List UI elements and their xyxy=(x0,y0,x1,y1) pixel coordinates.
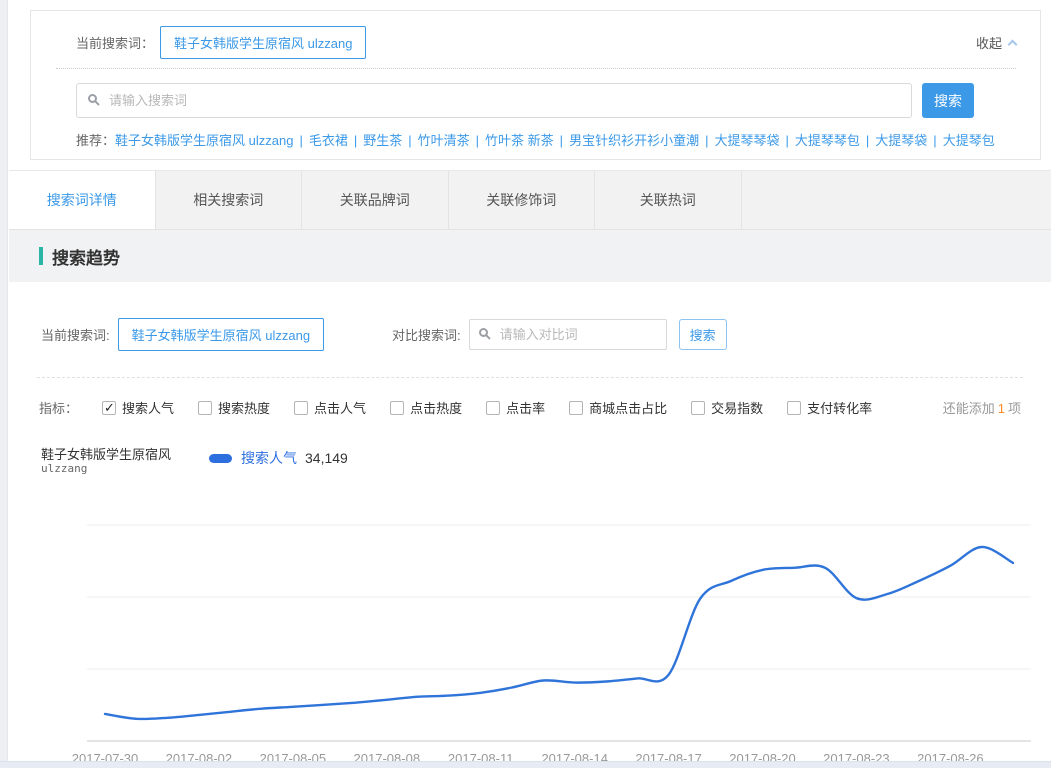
checkbox-icon[interactable] xyxy=(198,401,212,415)
current-term-label: 当前搜索词： xyxy=(76,33,154,52)
tab-associated-modifier-terms[interactable]: 关联修饰词 xyxy=(449,171,596,229)
checkbox-icon[interactable] xyxy=(294,401,308,415)
pipe-separator: | xyxy=(705,133,708,148)
recommend-link[interactable]: 毛衣裙 xyxy=(309,133,348,148)
recommend-link[interactable]: 竹叶清茶 xyxy=(418,133,470,148)
tab-search-term-detail[interactable]: 搜索词详情 xyxy=(9,171,156,229)
section-title: 搜索趋势 xyxy=(52,244,120,269)
metric-label: 搜索热度 xyxy=(218,398,270,417)
search-button[interactable]: 搜索 xyxy=(922,83,974,118)
metric-label: 点击率 xyxy=(506,398,545,417)
recommend-link[interactable]: 鞋子女韩版学生原宿风 ulzzang xyxy=(115,133,293,148)
metric-search-heat[interactable]: 搜索热度 xyxy=(198,398,270,417)
metric-click-rate[interactable]: 点击率 xyxy=(486,398,545,417)
tab-associated-hot-terms[interactable]: 关联热词 xyxy=(595,171,742,229)
series-line xyxy=(105,547,1013,719)
recommend-link[interactable]: 男宝针织衫开衫小童潮 xyxy=(569,133,699,148)
metric-search-popularity[interactable]: 搜索人气 xyxy=(102,398,174,417)
metric-click-heat[interactable]: 点击热度 xyxy=(390,398,462,417)
search-icon xyxy=(479,328,488,337)
pipe-separator: | xyxy=(299,133,302,148)
metric-label: 商城点击占比 xyxy=(589,398,667,417)
checkbox-icon[interactable] xyxy=(691,401,705,415)
trend-chart[interactable]: 2017-07-302017-08-022017-08-052017-08-08… xyxy=(39,451,1021,768)
metrics-row: 指标： 搜索人气 搜索热度 点击人气 点击热度 点击率 商城点击占比 交易指数 … xyxy=(39,398,1021,417)
compare-term-label: 对比搜索词: xyxy=(392,325,461,344)
search-icon xyxy=(88,94,97,103)
metric-transaction-index[interactable]: 交易指数 xyxy=(691,398,763,417)
section-header: 搜索趋势 xyxy=(9,230,1051,282)
recommend-label: 推荐： xyxy=(76,133,115,148)
dashed-divider xyxy=(37,377,1023,378)
pipe-separator: | xyxy=(785,133,788,148)
metric-label: 点击人气 xyxy=(314,398,366,417)
remaining-addable-hint: 还能添加1项 xyxy=(943,398,1021,417)
trend-current-term-label: 当前搜索词: xyxy=(41,325,110,344)
tab-bar: 搜索词详情 相关搜索词 关联品牌词 关联修饰词 关联热词 xyxy=(9,170,1051,230)
recommend-link[interactable]: 野生茶 xyxy=(363,133,402,148)
line-chart-canvas[interactable]: 2017-07-302017-08-022017-08-052017-08-08… xyxy=(39,451,1051,768)
metric-mall-click-share[interactable]: 商城点击占比 xyxy=(569,398,667,417)
current-term-chip[interactable]: 鞋子女韩版学生原宿风 ulzzang xyxy=(160,26,366,59)
recommend-link[interactable]: 大提琴袋 xyxy=(875,133,927,148)
trend-current-term-chip[interactable]: 鞋子女韩版学生原宿风 ulzzang xyxy=(118,318,324,351)
metric-payment-conversion[interactable]: 支付转化率 xyxy=(787,398,872,417)
checkbox-icon[interactable] xyxy=(569,401,583,415)
trend-section: 当前搜索词: 鞋子女韩版学生原宿风 ulzzang 对比搜索词: 搜索 指标： … xyxy=(9,318,1051,768)
checkbox-icon[interactable] xyxy=(486,401,500,415)
metrics-label: 指标： xyxy=(39,398,78,417)
dotted-divider xyxy=(56,68,1016,69)
main-page: 当前搜索词： 鞋子女韩版学生原宿风 ulzzang 收起 搜索 推荐：鞋子女韩版… xyxy=(9,0,1051,768)
collapse-label: 收起 xyxy=(976,33,1002,52)
pipe-separator: | xyxy=(866,133,869,148)
remaining-count: 1 xyxy=(998,401,1005,416)
metric-label: 支付转化率 xyxy=(807,398,872,417)
page-left-gutter xyxy=(0,0,8,768)
pipe-separator: | xyxy=(408,133,411,148)
pipe-separator: | xyxy=(354,133,357,148)
tab-related-search-terms[interactable]: 相关搜索词 xyxy=(156,171,303,229)
bottom-edge-strip xyxy=(0,761,1051,768)
metric-label: 点击热度 xyxy=(410,398,462,417)
metric-label: 交易指数 xyxy=(711,398,763,417)
pipe-separator: | xyxy=(933,133,936,148)
tab-associated-brand-terms[interactable]: 关联品牌词 xyxy=(302,171,449,229)
recommend-row: 推荐：鞋子女韩版学生原宿风 ulzzang | 毛衣裙 | 野生茶 | 竹叶清茶 | 竹叶茶 新… xyxy=(76,130,1016,149)
search-input-wrap xyxy=(76,83,912,118)
search-input[interactable] xyxy=(76,83,912,118)
pipe-separator: | xyxy=(560,133,563,148)
compare-search-button[interactable]: 搜索 xyxy=(679,319,727,350)
checkbox-icon[interactable] xyxy=(787,401,801,415)
compare-input-wrap xyxy=(469,319,667,350)
recommend-link[interactable]: 大提琴琴包 xyxy=(795,133,860,148)
recommend-link[interactable]: 大提琴琴袋 xyxy=(714,133,779,148)
checkbox-icon[interactable] xyxy=(390,401,404,415)
pipe-separator: | xyxy=(476,133,479,148)
section-accent-bar xyxy=(39,247,43,265)
recommend-link[interactable]: 竹叶茶 新茶 xyxy=(485,133,554,148)
chevron-up-icon xyxy=(1008,39,1018,49)
checkbox-checked-icon[interactable] xyxy=(102,401,116,415)
compare-input[interactable] xyxy=(469,319,667,350)
metric-click-popularity[interactable]: 点击人气 xyxy=(294,398,366,417)
metric-label: 搜索人气 xyxy=(122,398,174,417)
search-panel: 当前搜索词： 鞋子女韩版学生原宿风 ulzzang 收起 搜索 推荐：鞋子女韩版… xyxy=(30,10,1041,160)
recommend-link[interactable]: 大提琴包 xyxy=(943,133,995,148)
collapse-link[interactable]: 收起 xyxy=(976,33,1016,52)
